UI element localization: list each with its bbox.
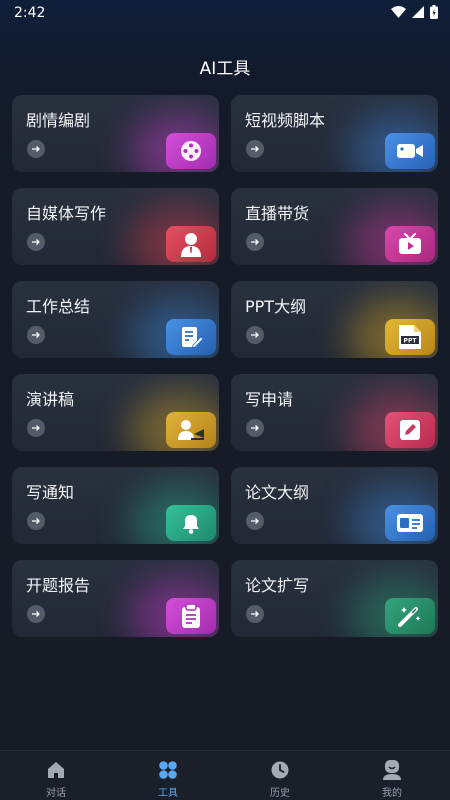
tool-card-label: 开题报告 — [26, 576, 91, 595]
tool-card-work-summary[interactable]: 工作总结 — [12, 281, 219, 358]
tab-chat[interactable]: 对话 — [0, 751, 112, 800]
arrow-right-icon — [27, 512, 45, 530]
arrow-right-icon — [246, 326, 264, 344]
ppt-file-icon: PPT — [385, 319, 435, 355]
arrow-right-icon — [246, 605, 264, 623]
profile-icon — [382, 760, 402, 780]
tool-card-label: 自媒体写作 — [26, 204, 107, 223]
tab-label: 对话 — [46, 788, 66, 799]
tab-label: 我的 — [382, 788, 402, 799]
tool-card-short-video-script[interactable]: 短视频脚本 — [231, 95, 438, 172]
arrow-right-icon — [246, 233, 264, 251]
arrow-right-icon — [246, 419, 264, 437]
tool-card-drama-script[interactable]: 剧情编剧 — [12, 95, 219, 172]
tool-card-label: 工作总结 — [26, 297, 91, 316]
arrow-right-icon — [27, 233, 45, 251]
tool-card-label: 直播带货 — [245, 204, 310, 223]
tool-card-self-media-writing[interactable]: 自媒体写作 — [12, 188, 219, 265]
tab-history[interactable]: 历史 — [224, 751, 336, 800]
status-time: 2:42 — [14, 5, 46, 21]
page-title: AI工具 — [199, 59, 251, 79]
arrow-right-icon — [246, 140, 264, 158]
home-icon — [46, 760, 66, 780]
live-tv-icon — [385, 226, 435, 262]
arrow-right-icon — [27, 419, 45, 437]
pen-note-icon — [385, 412, 435, 448]
wifi-icon — [391, 6, 406, 18]
tool-card-label: 写申请 — [245, 390, 294, 409]
film-reel-icon — [166, 133, 216, 169]
bottom-tab-bar: 对话 工具 历史 我的 — [0, 750, 450, 800]
battery-icon — [430, 5, 438, 19]
video-camera-icon — [385, 133, 435, 169]
arrow-right-icon — [27, 326, 45, 344]
tool-card-write-notice[interactable]: 写通知 — [12, 467, 219, 544]
signal-icon — [412, 6, 424, 18]
tool-card-label: PPT大纲 — [245, 297, 307, 316]
grid-tools-icon — [158, 760, 178, 780]
tool-card-speech-draft[interactable]: 演讲稿 — [12, 374, 219, 451]
arrow-right-icon — [246, 512, 264, 530]
tool-card-label: 剧情编剧 — [26, 111, 91, 130]
status-icons — [391, 5, 438, 19]
tool-card-label: 演讲稿 — [26, 390, 75, 409]
tool-card-label: 短视频脚本 — [245, 111, 326, 130]
person-avatar-icon — [166, 226, 216, 262]
tool-card-paper-outline[interactable]: 论文大纲 — [231, 467, 438, 544]
tab-tools[interactable]: 工具 — [112, 751, 224, 800]
status-bar: 2:42 — [0, 0, 450, 26]
clipboard-icon — [166, 598, 216, 634]
tool-card-paper-expansion[interactable]: 论文扩写 — [231, 560, 438, 637]
tool-card-label: 论文大纲 — [245, 483, 310, 502]
edit-document-icon — [166, 319, 216, 355]
svg-text:PPT: PPT — [404, 338, 418, 345]
tool-card-ppt-outline[interactable]: PPT大纲 PPT — [231, 281, 438, 358]
arrow-right-icon — [27, 140, 45, 158]
tab-profile[interactable]: 我的 — [336, 751, 448, 800]
card-outline-icon — [385, 505, 435, 541]
clock-icon — [270, 760, 290, 780]
presenter-icon — [166, 412, 216, 448]
tool-card-proposal-report[interactable]: 开题报告 — [12, 560, 219, 637]
tool-card-write-application[interactable]: 写申请 — [231, 374, 438, 451]
tool-card-live-selling[interactable]: 直播带货 — [231, 188, 438, 265]
bell-icon — [166, 505, 216, 541]
tab-label: 历史 — [270, 788, 290, 799]
arrow-right-icon — [27, 605, 45, 623]
tab-label: 工具 — [158, 788, 178, 799]
tool-card-label: 写通知 — [26, 483, 75, 502]
tool-card-label: 论文扩写 — [245, 576, 310, 595]
magic-wand-icon — [385, 598, 435, 634]
